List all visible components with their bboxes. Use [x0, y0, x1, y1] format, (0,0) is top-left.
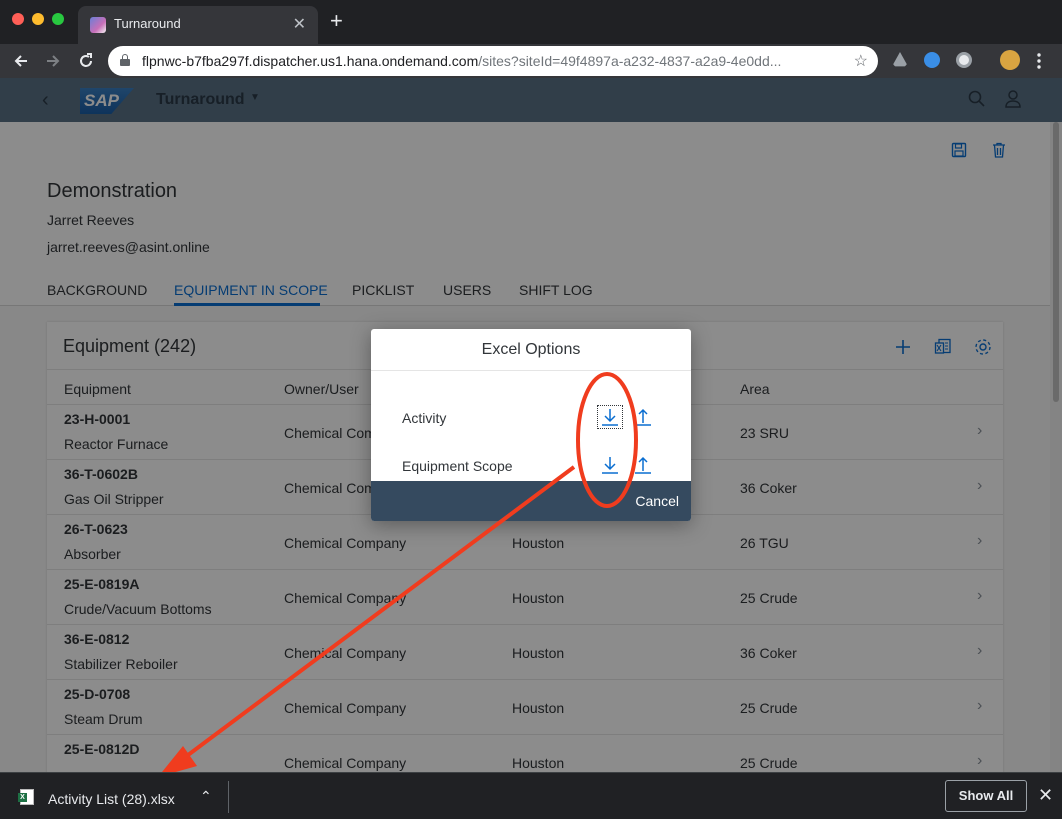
- cancel-button[interactable]: Cancel: [635, 493, 679, 509]
- excel-options-dialog: Excel Options Activity Equipment Scope C…: [371, 329, 691, 521]
- chevron-up-icon[interactable]: ⌃: [200, 788, 212, 805]
- browser-tab-bar: Turnaround ✕ +: [0, 0, 1062, 44]
- browser-toolbar: flpnwc-b7fba297f.dispatcher.us1.hana.ond…: [0, 44, 1062, 78]
- equipment-scope-download-icon[interactable]: [598, 454, 622, 476]
- dialog-footer: Cancel: [371, 481, 691, 521]
- profile-avatar-icon[interactable]: [1000, 50, 1020, 70]
- show-all-button[interactable]: Show All: [945, 780, 1027, 812]
- back-arrow-icon[interactable]: [12, 52, 30, 70]
- favicon-icon: [90, 17, 106, 33]
- browser-tab[interactable]: Turnaround ✕: [78, 6, 318, 44]
- extension-icon[interactable]: [924, 52, 940, 68]
- window-controls: [12, 13, 64, 25]
- equipment-scope-upload-icon[interactable]: [631, 454, 655, 476]
- browser-menu-icon[interactable]: [1036, 53, 1042, 69]
- bookmark-star-icon[interactable]: ☆: [854, 51, 868, 71]
- equipment-scope-label: Equipment Scope: [402, 458, 513, 474]
- activity-label: Activity: [402, 410, 447, 426]
- tab-close-icon[interactable]: ✕: [293, 14, 306, 34]
- download-divider: [228, 781, 229, 813]
- download-bar: Activity List (28).xlsx ⌃ Show All ✕: [0, 772, 1062, 819]
- forward-arrow-icon[interactable]: [44, 52, 62, 70]
- activity-download-icon[interactable]: [597, 405, 623, 429]
- url-text: flpnwc-b7fba297f.dispatcher.us1.hana.ond…: [142, 53, 782, 69]
- extension-circle-icon[interactable]: [956, 52, 972, 68]
- minimize-window-button[interactable]: [32, 13, 44, 25]
- activity-upload-icon[interactable]: [631, 406, 655, 428]
- reload-icon[interactable]: [77, 52, 95, 70]
- new-tab-button[interactable]: +: [330, 10, 343, 32]
- address-bar[interactable]: flpnwc-b7fba297f.dispatcher.us1.hana.ond…: [108, 46, 878, 76]
- close-window-button[interactable]: [12, 13, 24, 25]
- zoom-window-button[interactable]: [52, 13, 64, 25]
- dialog-title: Excel Options: [371, 329, 691, 371]
- download-filename[interactable]: Activity List (28).xlsx: [48, 791, 175, 807]
- drive-extension-icon[interactable]: [892, 52, 908, 67]
- lock-icon: [120, 54, 130, 66]
- close-download-bar-icon[interactable]: ✕: [1038, 785, 1053, 806]
- tab-title: Turnaround: [114, 16, 181, 31]
- excel-file-icon: [18, 789, 34, 805]
